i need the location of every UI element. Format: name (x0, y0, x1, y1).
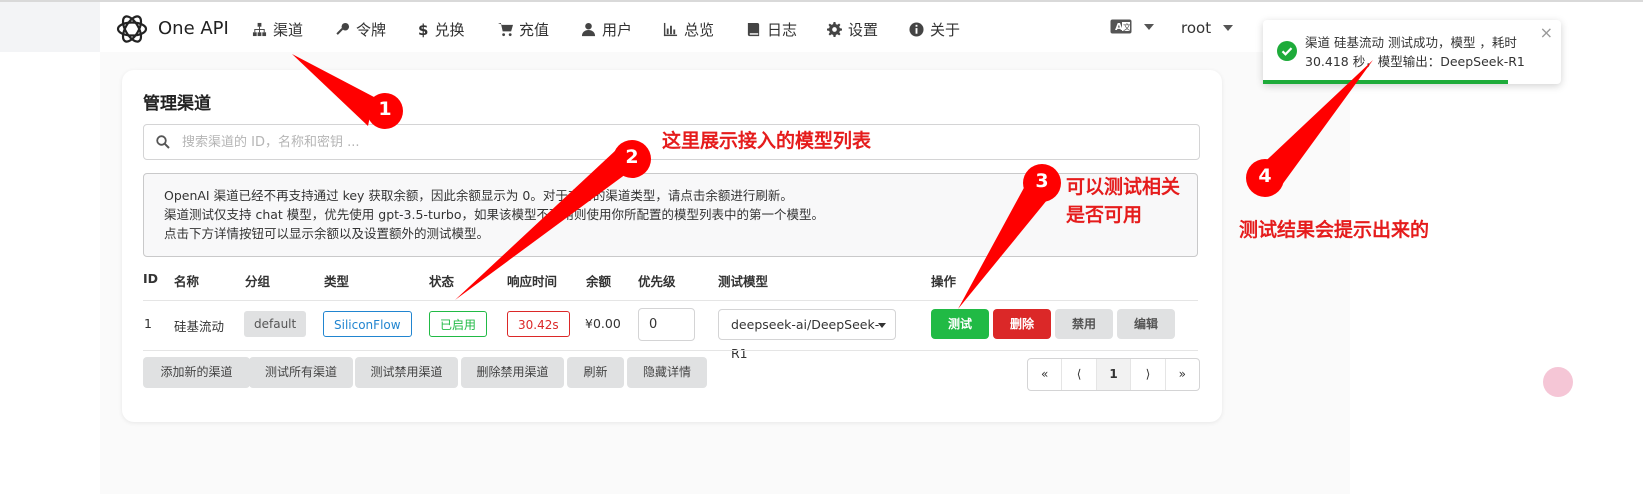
annotation-arrow-2 (455, 150, 630, 300)
annotation-overlay (292, 54, 1373, 309)
annotation-arrow-3 (958, 184, 1052, 309)
annotation-number-2: 2 (625, 146, 639, 168)
annotation-text-4: 测试结果会提示出来的 (1239, 219, 1430, 241)
annotation-number-3: 3 (1035, 170, 1049, 192)
annotation-text-2: 这里展示接入的模型列表 (662, 130, 872, 152)
annotation-text-3a: 可以测试相关 (1066, 176, 1181, 198)
annotation-arrow-1 (292, 54, 374, 126)
annotation-text-3b: 是否可用 (1066, 204, 1143, 226)
annotation-number-1: 1 (378, 98, 392, 120)
annotation-number-4: 4 (1258, 165, 1272, 187)
